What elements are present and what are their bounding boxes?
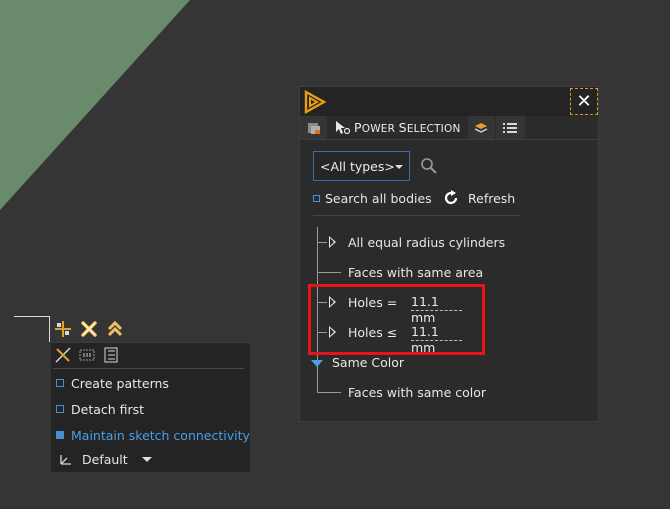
structure-tree-icon <box>307 122 320 134</box>
search-all-bodies-checkbox[interactable] <box>313 194 320 202</box>
tree-group-same-color[interactable]: Same Color <box>332 353 404 371</box>
collapse-triangle-icon[interactable] <box>311 360 323 367</box>
tab-layers[interactable] <box>467 116 496 139</box>
detach-first-label: Detach first <box>71 401 145 417</box>
select-cursor-icon <box>336 120 351 134</box>
mini-toolbar-actions <box>53 318 125 340</box>
detach-first-checkbox[interactable] <box>56 405 64 413</box>
maintain-connectivity-label: Maintain sketch connectivity <box>71 427 250 443</box>
mini-toolbar-separator <box>53 368 244 369</box>
mini-toolbar-leader-vertical <box>49 316 50 342</box>
maintain-connectivity-checkbox[interactable] <box>56 431 64 439</box>
default-dropdown[interactable]: Default <box>58 451 152 467</box>
tree-item-equal-radius-cylinders[interactable]: All equal radius cylinders <box>348 233 505 251</box>
chevron-down-icon <box>141 456 152 462</box>
tab-power-selection-label: Power Selection <box>354 120 461 135</box>
mini-toolbar-tool-row <box>53 345 121 365</box>
list-options-icon[interactable] <box>101 345 121 365</box>
refresh-icon <box>444 190 458 205</box>
mini-toolbar-leader <box>14 316 50 317</box>
power-selection-panel: ✕ Power Selection <box>299 86 599 422</box>
list-icon <box>503 122 517 133</box>
ruler-option-icon[interactable] <box>77 345 97 365</box>
panel-tabs: Power Selection <box>300 116 598 140</box>
no-dimension-icon[interactable] <box>53 345 73 365</box>
refresh-button[interactable]: Refresh <box>442 188 515 208</box>
axis-direction-icon <box>60 455 71 465</box>
expand-triangle-icon[interactable] <box>329 236 336 248</box>
tree-connector <box>317 371 318 393</box>
type-filter-select[interactable]: <All types> <box>313 151 410 181</box>
tree-item-faces-same-color[interactable]: Faces with same color <box>348 383 486 401</box>
tab-label-election: election <box>406 123 461 135</box>
tab-label-s: S <box>398 120 407 135</box>
create-patterns-label: Create patterns <box>71 375 169 391</box>
viewport-face-shape <box>0 0 190 210</box>
layers-icon <box>474 122 488 133</box>
option-create-patterns[interactable]: Create patterns <box>56 373 169 393</box>
option-maintain-sketch-connectivity[interactable]: Maintain sketch connectivity <box>56 425 250 445</box>
tab-properties[interactable] <box>495 116 526 139</box>
tree-connector <box>317 392 341 393</box>
tab-label-p: P <box>354 120 362 135</box>
option-detach-first[interactable]: Detach first <box>56 399 144 419</box>
tab-structure[interactable] <box>300 116 328 139</box>
cancel-x-icon[interactable] <box>79 319 99 339</box>
tree-connector <box>317 242 327 243</box>
refresh-label: Refresh <box>468 190 516 206</box>
annotation-highlight-box <box>308 284 485 355</box>
panel-separator <box>313 215 520 216</box>
close-icon: ✕ <box>576 91 592 112</box>
type-filter-value: <All types> <box>320 158 395 174</box>
search-icon[interactable] <box>420 157 438 175</box>
mini-toolbar-panel: Create patterns Detach first Maintain sk… <box>51 342 250 472</box>
close-button[interactable]: ✕ <box>570 88 598 115</box>
collapse-up-icon[interactable] <box>105 319 125 339</box>
tab-power-selection[interactable]: Power Selection <box>328 116 468 139</box>
panel-titlebar: ✕ <box>300 87 598 116</box>
tree-connector <box>317 272 341 273</box>
tab-label-ower: ower <box>361 123 399 135</box>
chevron-down-icon <box>395 165 403 169</box>
create-patterns-checkbox[interactable] <box>56 379 64 387</box>
spaceclaim-logo-icon <box>304 90 327 114</box>
tree-item-faces-same-area[interactable]: Faces with same area <box>348 263 483 281</box>
search-all-bodies-label: Search all bodies <box>325 190 432 206</box>
move-pattern-icon[interactable] <box>53 319 73 339</box>
search-all-bodies-option[interactable]: Search all bodies <box>313 189 432 207</box>
default-dropdown-label: Default <box>82 451 128 467</box>
